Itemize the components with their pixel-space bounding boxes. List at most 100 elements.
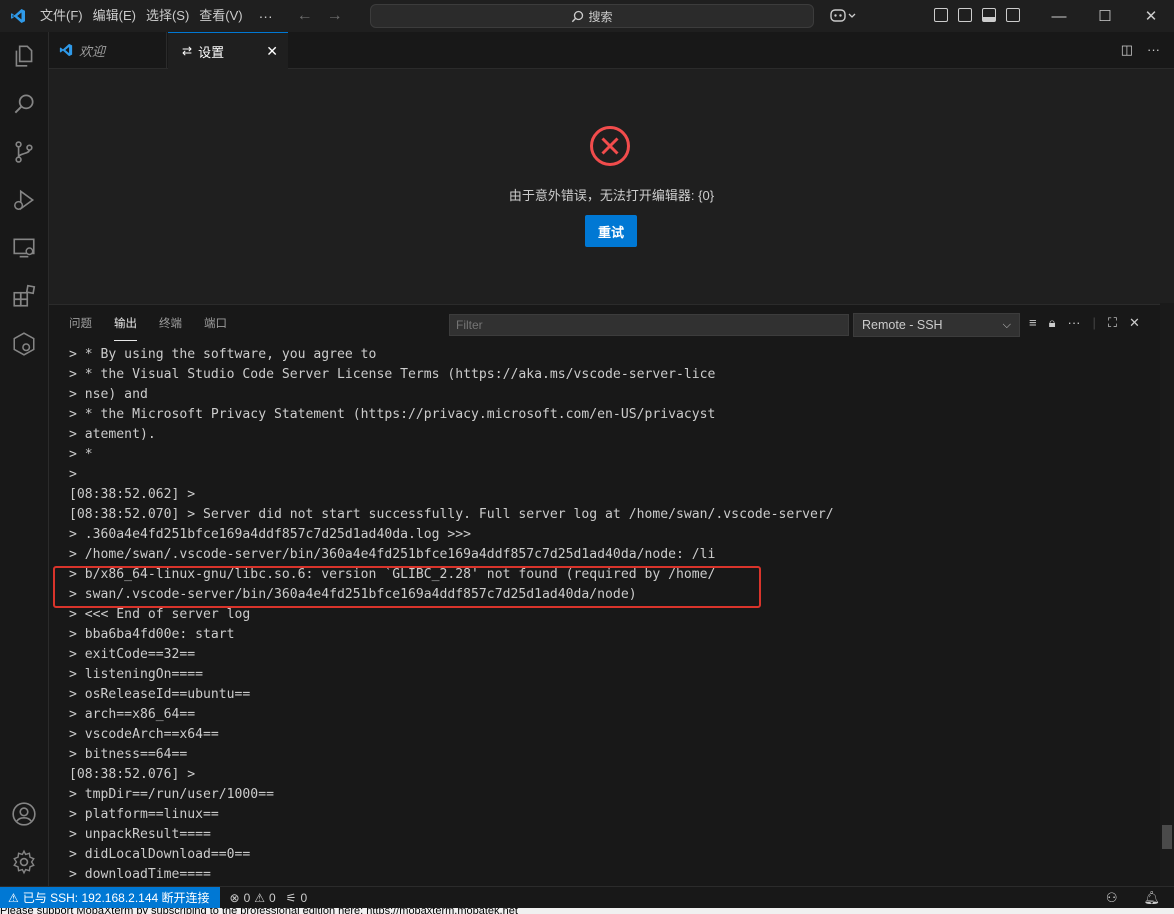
more-panel-actions-icon[interactable]: ···: [1068, 315, 1081, 331]
log-line: > <<< End of server log: [69, 607, 251, 622]
log-line: > platform==linux==: [69, 807, 219, 822]
log-line: [08:38:52.062] >: [69, 487, 196, 502]
menu-view[interactable]: 查看(V): [195, 0, 246, 32]
close-window-button[interactable]: ✕: [1128, 0, 1174, 32]
source-control-icon[interactable]: [0, 128, 48, 176]
toggle-primary-sidebar-icon[interactable]: [958, 8, 972, 22]
mobaxterm-footer: Please support MobaXterm by subscribing …: [0, 908, 1174, 914]
menu-bar: 文件(F) 编辑(E) 选择(S) 查看(V) ···: [36, 0, 283, 32]
tab-settings[interactable]: ⇄ 设置 ✕: [168, 32, 288, 69]
warning-status-icon: ⚠: [254, 891, 266, 905]
ports-icon: ⚟: [285, 891, 297, 905]
vscode-tab-icon: [59, 43, 73, 57]
search-label: 搜索: [588, 9, 613, 24]
more-actions-icon[interactable]: ···: [1147, 42, 1160, 58]
output-channel-value: Remote - SSH: [862, 318, 943, 332]
error-circle-icon: [590, 126, 630, 166]
back-arrow-icon[interactable]: ←: [297, 7, 313, 25]
maximize-button[interactable]: ☐: [1082, 0, 1128, 32]
notifications-bell-icon[interactable]: 🔔︎: [1143, 890, 1160, 906]
retry-button[interactable]: 重试: [585, 215, 637, 247]
editor-area: 由于意外错误，无法打开编辑器: {0} 重试: [49, 69, 1174, 304]
log-line: > .360a4e4fd251bfce169a4ddf857c7d25d1ad4…: [69, 527, 472, 542]
manage-gear-icon[interactable]: [0, 838, 48, 886]
error-count: 0: [243, 891, 251, 905]
remote-explorer-icon[interactable]: [0, 224, 48, 272]
more-menu-button[interactable]: ···: [249, 8, 283, 24]
log-line: > bitness==64==: [69, 747, 188, 762]
separator: |: [1092, 315, 1096, 330]
remote-status-button[interactable]: ⚠ 已与 SSH: 192.168.2.144 断开连接: [0, 887, 220, 909]
log-line: > unpackResult====: [69, 827, 211, 842]
copilot-status-icon[interactable]: ⚇: [1106, 890, 1118, 906]
accounts-icon[interactable]: [0, 790, 48, 838]
copilot-icon[interactable]: [830, 7, 856, 26]
error-message: 由于意外错误，无法打开编辑器: {0}: [508, 188, 715, 203]
tab-settings-label: 设置: [198, 44, 225, 60]
log-line: > osReleaseId==ubuntu==: [69, 687, 251, 702]
run-debug-icon[interactable]: [0, 176, 48, 224]
ports-status[interactable]: ⚟ 0: [286, 891, 307, 905]
forward-arrow-icon[interactable]: →: [327, 7, 343, 25]
remote-status-label: 已与 SSH: 192.168.2.144 断开连接: [22, 891, 210, 905]
chevron-down-icon: ⌵: [1002, 319, 1011, 331]
search-icon: [572, 10, 584, 22]
output-log: > * By using the software, you agree to >…: [69, 345, 1149, 885]
lock-scroll-icon[interactable]: 🔒︎: [1049, 315, 1056, 331]
log-line: [08:38:52.076] >: [69, 767, 196, 782]
warning-count: 0: [269, 891, 276, 905]
customize-layout-icon[interactable]: [934, 8, 948, 22]
output-channel-select[interactable]: Remote - SSH ⌵: [853, 313, 1020, 337]
log-line: > *: [69, 447, 93, 462]
log-line: > * the Microsoft Privacy Statement (htt…: [69, 407, 716, 422]
menu-edit[interactable]: 编辑(E): [89, 0, 140, 32]
log-line: >: [69, 467, 77, 482]
log-line: > tmpDir==/run/user/1000==: [69, 787, 274, 802]
title-bar: 文件(F) 编辑(E) 选择(S) 查看(V) ··· ← → 搜索 — ☐ ✕: [0, 0, 1174, 32]
problems-status[interactable]: ⊗ 0 ⚠ 0: [230, 891, 276, 905]
tab-output[interactable]: 输出: [114, 305, 137, 341]
remote-settings-icon[interactable]: [0, 320, 48, 368]
settings-sliders-icon: ⇄: [182, 44, 193, 58]
log-line: > downloadTime====: [69, 867, 211, 882]
tab-ports[interactable]: 端口: [204, 305, 227, 341]
log-line: > /home/swan/.vscode-server/bin/360a4e4f…: [69, 547, 716, 562]
error-status-icon: ⊗: [229, 891, 240, 905]
log-line: > vscodeArch==x64==: [69, 727, 219, 742]
output-filter-input[interactable]: [449, 314, 849, 336]
menu-selection[interactable]: 选择(S): [142, 0, 193, 32]
split-editor-icon[interactable]: ◫: [1121, 42, 1133, 58]
minimize-button[interactable]: —: [1036, 0, 1082, 32]
log-line: > nse) and: [69, 387, 148, 402]
panel-scrollbar[interactable]: [1160, 303, 1174, 886]
command-center-search[interactable]: 搜索: [370, 4, 814, 28]
maximize-panel-icon[interactable]: ⛶: [1108, 315, 1117, 331]
log-line: > * By using the software, you agree to: [69, 347, 377, 362]
close-tab-icon[interactable]: ✕: [266, 43, 278, 60]
tab-problems[interactable]: 问题: [69, 305, 92, 341]
log-line: > * the Visual Studio Code Server Licens…: [69, 367, 716, 382]
log-line: > bba6ba4fd00e: start: [69, 627, 235, 642]
menu-file[interactable]: 文件(F): [36, 0, 87, 32]
clear-output-icon[interactable]: ≡: [1029, 315, 1037, 331]
ports-count: 0: [300, 891, 308, 905]
log-line: > listeningOn====: [69, 667, 204, 682]
extensions-icon[interactable]: [0, 272, 48, 320]
error-highlight-box: [53, 566, 761, 608]
log-line: [08:38:52.070] > Server did not start su…: [69, 507, 834, 522]
toggle-panel-icon[interactable]: [982, 8, 996, 22]
log-line: > atement).: [69, 427, 156, 442]
tab-welcome[interactable]: 欢迎: [49, 32, 167, 68]
vscode-logo-icon: [0, 0, 36, 32]
tab-terminal[interactable]: 终端: [159, 305, 182, 341]
warning-icon: ⚠: [8, 891, 19, 905]
search-activity-icon[interactable]: [0, 80, 48, 128]
editor-tab-bar: 欢迎 ⇄ 设置 ✕ ◫ ···: [49, 32, 1174, 69]
close-panel-icon[interactable]: ✕: [1129, 315, 1140, 331]
log-line: > exitCode==32==: [69, 647, 196, 662]
scrollbar-thumb[interactable]: [1162, 825, 1172, 849]
explorer-icon[interactable]: [0, 32, 48, 80]
log-line: > arch==x86_64==: [69, 707, 196, 722]
tab-welcome-label: 欢迎: [79, 43, 106, 59]
toggle-secondary-sidebar-icon[interactable]: [1006, 8, 1020, 22]
